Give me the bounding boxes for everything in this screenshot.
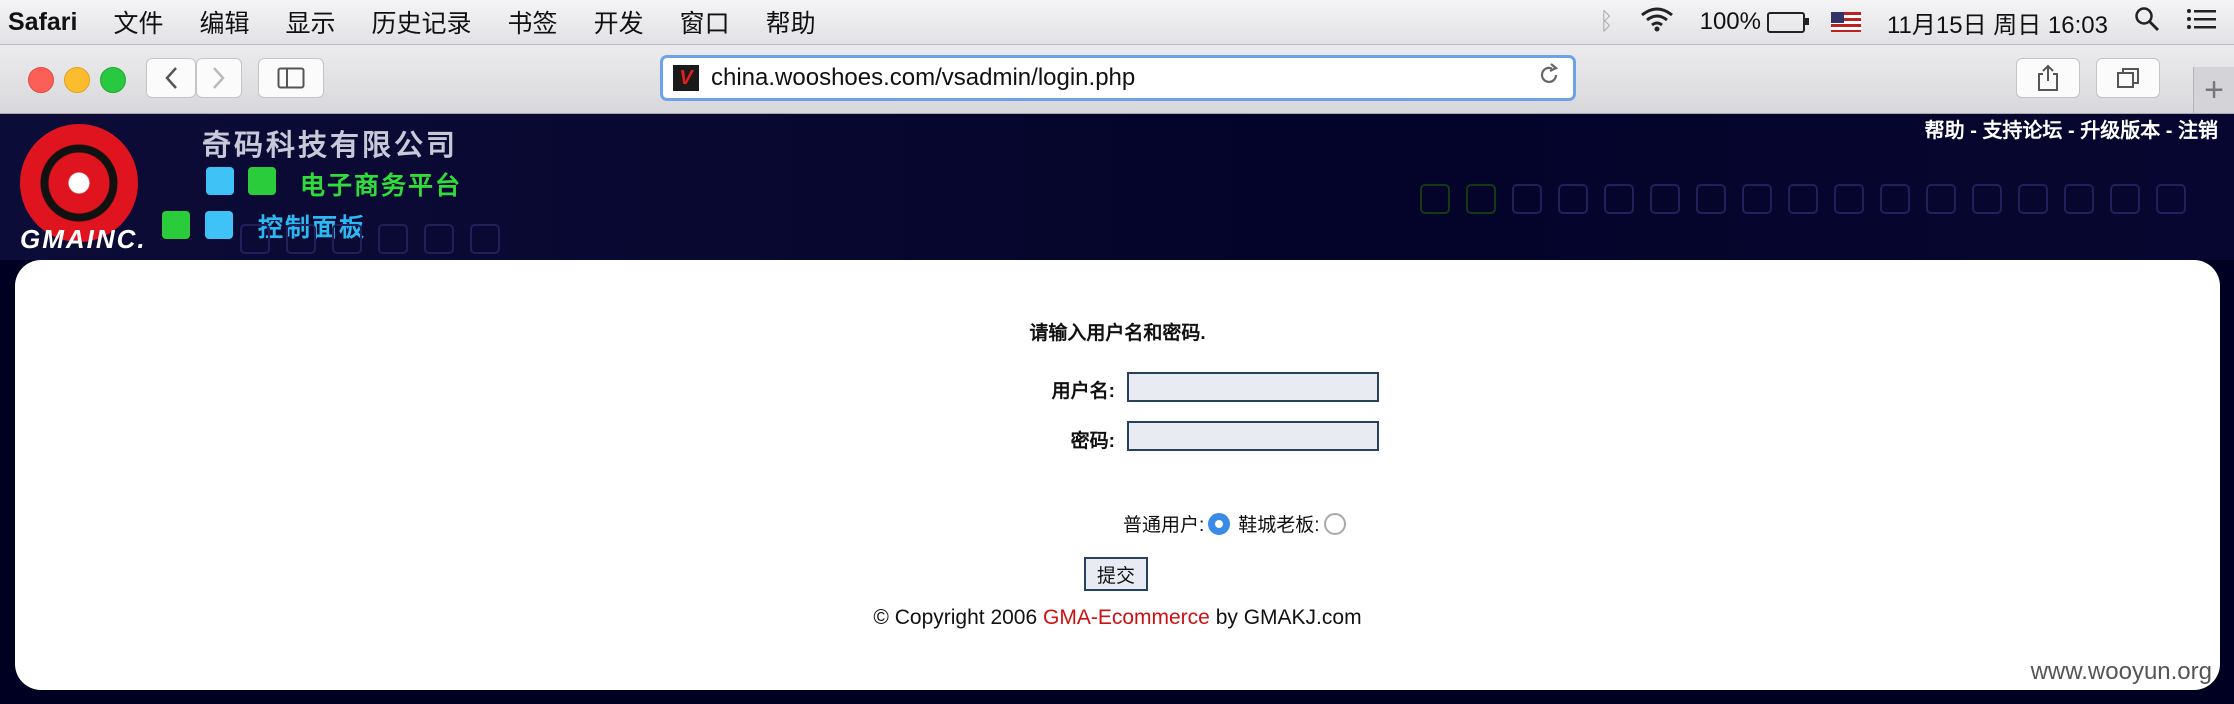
gma-ecommerce-link[interactable]: GMA-Ecommerce: [1043, 606, 1210, 629]
square-decoration: [1926, 184, 1956, 214]
square-decoration: [1650, 184, 1680, 214]
link-separator: -: [2160, 120, 2178, 142]
wifi-icon[interactable]: [1640, 6, 1674, 39]
square-decoration: [1696, 184, 1726, 214]
password-label: 密码:: [1070, 431, 1115, 452]
square-decoration: [1604, 184, 1634, 214]
site-header: GMAINC. 奇码科技有限公司 电子商务平台 控制面板 帮助 - 支持论坛 -…: [0, 114, 2234, 260]
role-boss-radio[interactable]: [1323, 512, 1346, 535]
reload-icon[interactable]: [1537, 62, 1561, 94]
tabs-icon: [2117, 68, 2139, 88]
login-panel: 请输入用户名和密码. 用户名: 密码: 普通用户: 鞋城老板: 提交 © Cop…: [15, 260, 2220, 690]
menu-bookmarks[interactable]: 书签: [508, 4, 558, 40]
square-decoration: [1558, 184, 1588, 214]
square-decoration: [1466, 184, 1496, 214]
app-menu-safari[interactable]: Safari: [8, 8, 77, 37]
square-decoration: [240, 224, 270, 254]
bluetooth-icon[interactable]: ᛒ: [1599, 8, 1613, 36]
us-flag-input-icon[interactable]: [1830, 12, 1861, 32]
role-boss-label: 鞋城老板:: [1238, 515, 1320, 536]
menu-edit[interactable]: 编辑: [200, 4, 250, 40]
upgrade-link[interactable]: 升级版本: [2080, 120, 2160, 142]
share-button[interactable]: [2016, 58, 2080, 98]
support-forum-link[interactable]: 支持论坛: [1982, 120, 2062, 142]
copyright-prefix: © Copyright 2006: [873, 606, 1043, 629]
role-normal-label: 普通用户:: [1123, 515, 1205, 536]
browser-toolbar: V china.wooshoes.com/vsadmin/login.php +: [0, 45, 2234, 114]
help-link[interactable]: 帮助: [1925, 120, 1965, 142]
square-decoration: [378, 224, 408, 254]
square-decoration: [332, 224, 362, 254]
menu-history[interactable]: 历史记录: [372, 4, 472, 40]
logout-link[interactable]: 注销: [2178, 120, 2218, 142]
share-icon: [2038, 64, 2058, 91]
menu-window[interactable]: 窗口: [680, 4, 730, 40]
address-bar[interactable]: V china.wooshoes.com/vsadmin/login.php: [660, 55, 1576, 101]
username-input[interactable]: [1127, 372, 1379, 402]
copyright-suffix: by GMAKJ.com: [1209, 606, 1362, 629]
square-decoration: [1972, 184, 2002, 214]
menu-view[interactable]: 显示: [286, 4, 336, 40]
notification-center-icon[interactable]: [2186, 8, 2216, 37]
square-decoration: [1788, 184, 1818, 214]
blue-square-decoration: [206, 167, 234, 195]
square-decoration: [1742, 184, 1772, 214]
close-window-button[interactable]: [28, 67, 54, 93]
sidebar-icon: [277, 67, 305, 89]
square-decoration: [286, 224, 316, 254]
square-decoration: [2018, 184, 2048, 214]
menu-file[interactable]: 文件: [113, 4, 163, 40]
company-name: 奇码科技有限公司: [202, 130, 459, 162]
link-separator: -: [1964, 120, 1983, 142]
square-decoration: [2110, 184, 2140, 214]
zoom-window-button[interactable]: [100, 67, 126, 93]
square-decoration: [424, 224, 454, 254]
password-input[interactable]: [1127, 421, 1379, 451]
battery-percent: 100%: [1699, 8, 1761, 35]
logo-text: GMAINC.: [20, 224, 147, 254]
menu-help[interactable]: 帮助: [766, 4, 816, 40]
show-tabs-button[interactable]: [2096, 58, 2160, 98]
chevron-left-icon: [165, 67, 177, 89]
chevron-right-icon: [213, 67, 225, 89]
copyright-footer: © Copyright 2006 GMA-Ecommerce by GMAKJ.…: [15, 606, 2220, 630]
square-decoration: [470, 224, 500, 254]
square-decoration: [1512, 184, 1542, 214]
username-label: 用户名:: [1051, 381, 1115, 402]
square-decoration: [1834, 184, 1864, 214]
minimize-window-button[interactable]: [64, 67, 90, 93]
platform-title: 电子商务平台: [300, 172, 463, 200]
green-square-decoration: [162, 211, 190, 239]
role-normal-radio[interactable]: [1208, 512, 1231, 535]
watermark: www.wooyun.org: [2030, 658, 2212, 685]
site-favicon-icon: V: [673, 65, 699, 91]
square-decoration: [1880, 184, 1910, 214]
battery-icon[interactable]: [1766, 11, 1809, 33]
submit-button[interactable]: 提交: [1084, 557, 1148, 591]
spotlight-search-icon[interactable]: [2134, 6, 2160, 39]
sidebar-toggle-button[interactable]: [258, 58, 324, 98]
header-links: 帮助 - 支持论坛 - 升级版本 - 注销: [1925, 114, 2218, 143]
blue-square-decoration: [205, 211, 233, 239]
macos-menubar: Safari 文件 编辑 显示 历史记录 书签 开发 窗口 帮助 ᛒ 100% …: [0, 0, 2234, 45]
url-text[interactable]: china.wooshoes.com/vsadmin/login.php: [711, 64, 1135, 92]
link-separator: -: [2062, 120, 2081, 142]
green-square-decoration: [248, 167, 276, 195]
menu-develop[interactable]: 开发: [594, 4, 644, 40]
back-button[interactable]: [146, 58, 196, 98]
square-decoration: [2064, 184, 2094, 214]
square-decoration: [2156, 184, 2186, 214]
new-tab-button[interactable]: +: [2193, 67, 2234, 113]
square-decoration: [1420, 184, 1450, 214]
web-page: GMAINC. 奇码科技有限公司 电子商务平台 控制面板 帮助 - 支持论坛 -…: [0, 114, 2234, 704]
forward-button[interactable]: [196, 58, 242, 98]
clock[interactable]: 11月15日 周日 16:03: [1887, 5, 2108, 40]
role-selector: 普通用户: 鞋城老板:: [1123, 510, 1354, 537]
login-prompt: 请输入用户名和密码.: [1029, 323, 1206, 344]
status-area: ᛒ 100% 11月15日 周日 16:03: [1599, 0, 2216, 44]
